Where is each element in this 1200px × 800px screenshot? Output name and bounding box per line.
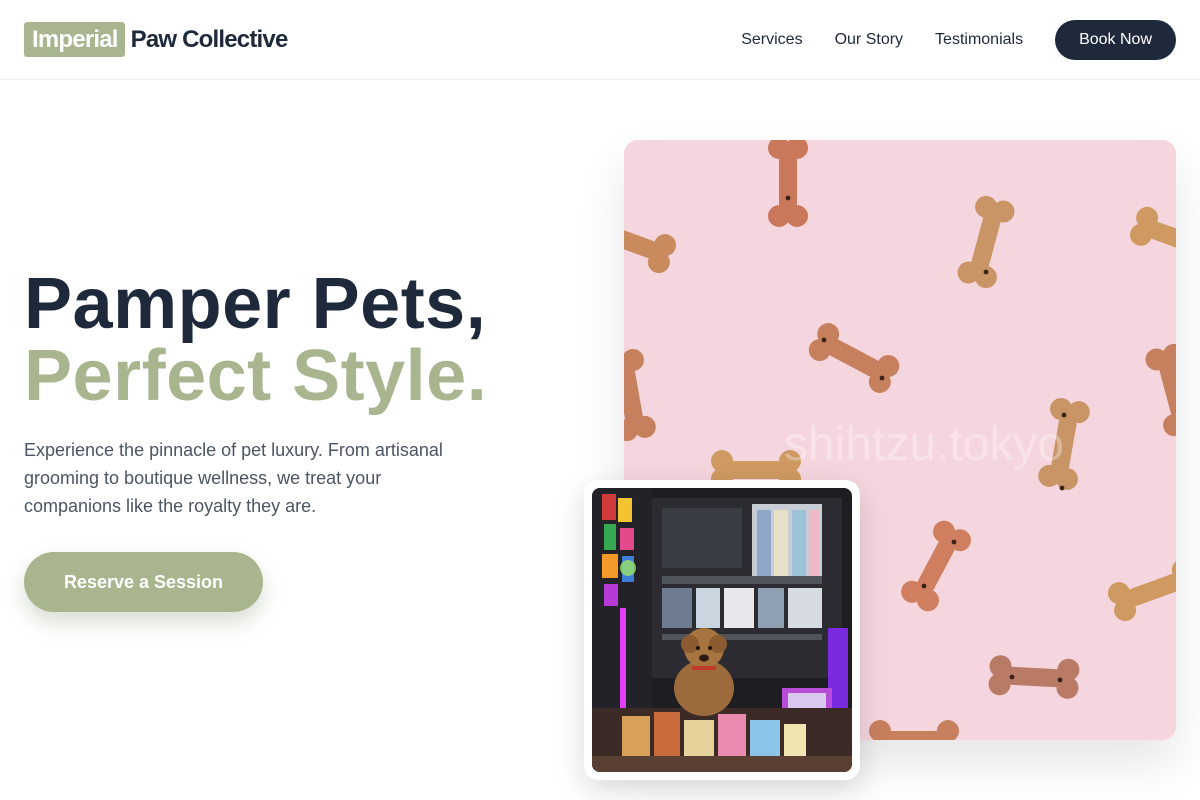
hero-title: Pamper Pets, Perfect Style. [24, 268, 487, 412]
hero-title-line1: Pamper Pets, [24, 264, 487, 344]
site-header: Imperial Paw Collective Services Our Sto… [0, 0, 1200, 80]
reserve-session-button[interactable]: Reserve a Session [24, 552, 263, 612]
brand-logo[interactable]: Imperial Paw Collective [24, 22, 288, 57]
pet-store-photo-card [584, 480, 860, 780]
brand-badge: Imperial [24, 22, 125, 57]
pet-store-photo [592, 488, 852, 772]
nav-link-our-story[interactable]: Our Story [835, 20, 903, 60]
main-nav: Services Our Story Testimonials Book Now [741, 20, 1176, 60]
book-now-button[interactable]: Book Now [1055, 20, 1176, 60]
nav-link-services[interactable]: Services [741, 20, 802, 60]
nav-link-testimonials[interactable]: Testimonials [935, 20, 1023, 60]
photo-watermark: shihtzu.tokyo [784, 418, 1064, 471]
hero-description: Experience the pinnacle of pet luxury. F… [24, 440, 443, 516]
brand-name: Paw Collective [130, 26, 289, 53]
hero-title-line2: Perfect Style. [24, 336, 488, 416]
